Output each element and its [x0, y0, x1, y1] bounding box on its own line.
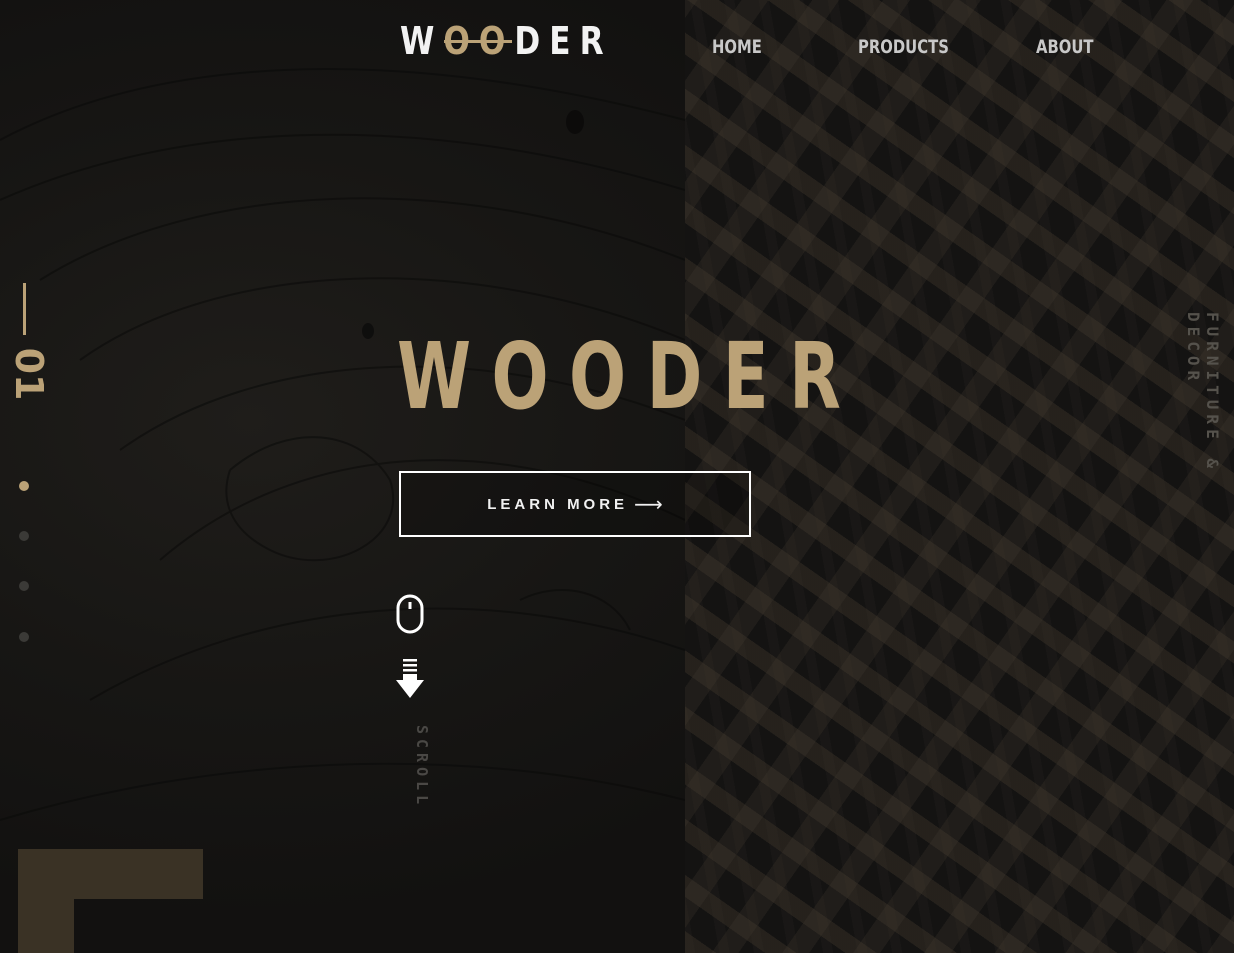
slide-dot-4[interactable] — [19, 632, 29, 642]
slide-dot-1[interactable] — [19, 481, 29, 491]
mouse-icon — [396, 594, 424, 634]
nav-about[interactable]: ABOUT — [1036, 36, 1094, 58]
nav-products[interactable]: PRODUCTS — [858, 36, 949, 58]
slide-dot-3[interactable] — [19, 581, 29, 591]
corner-decoration — [18, 849, 203, 953]
tagline-vertical: FURNITURE & DECOR — [1184, 312, 1222, 473]
main-nav: HOME PRODUCTS ABOUT — [0, 36, 1234, 60]
slide-indicator-line — [23, 283, 26, 335]
arrow-right-icon: ⟶ — [634, 492, 663, 516]
learn-more-label: LEARN MORE — [487, 495, 629, 513]
slide-dot-2[interactable] — [19, 531, 29, 541]
scroll-label: SCROLL — [413, 725, 431, 810]
firewood-background — [685, 0, 1234, 953]
learn-more-button[interactable]: LEARN MORE ⟶ — [399, 471, 751, 537]
hero-title: WOODER — [397, 323, 862, 430]
slide-number: 01 — [7, 347, 51, 401]
nav-home[interactable]: HOME — [712, 36, 762, 58]
arrow-down-icon[interactable] — [395, 658, 425, 700]
